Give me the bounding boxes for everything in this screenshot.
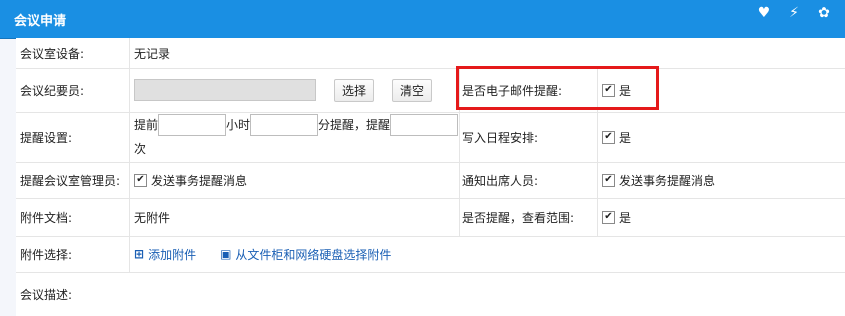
add-attachment-icon: ⊞ [134, 247, 145, 261]
notify-attendees-checkbox[interactable]: ✔ [602, 173, 615, 187]
remind-view-label: 是否提醒，查看范围: [460, 198, 598, 236]
lightning-icon[interactable]: ⚡ [785, 5, 803, 21]
notify-admin-label: 提醒会议室管理员: [16, 162, 130, 198]
schedule-checkbox[interactable]: ✔ [602, 130, 615, 144]
select-button[interactable]: 选择 [334, 78, 375, 102]
notify-admin-option: 发送事务提醒消息 [151, 173, 248, 188]
reminder-label: 提醒设置: [16, 112, 130, 162]
hours-input[interactable] [158, 114, 227, 136]
remind-view-option: 是 [619, 210, 632, 225]
clear-button[interactable]: 清空 [392, 78, 433, 102]
notify-attendees-option: 发送事务提醒消息 [619, 173, 716, 188]
description-label: 会议描述: [20, 287, 73, 302]
reminder-value: 提前 小时 分提醒，提醒 次 [130, 112, 460, 162]
reminder-prefix: 提前 [134, 118, 159, 132]
attachments-value: 无附件 [130, 198, 460, 236]
remind-view-checkbox[interactable]: ✔ [602, 210, 615, 224]
notify-admin-checkbox[interactable]: ✔ [134, 173, 147, 187]
remind-view-value: ✔ 是 [598, 198, 845, 236]
from-cabinet-link[interactable]: 从文件柜和网络硬盘选择附件 [235, 246, 391, 263]
reminder-hours: 小时 [226, 118, 251, 132]
schedule-value: ✔ 是 [598, 112, 845, 162]
row-attachments: 附件文档: 无附件 是否提醒，查看范围: ✔ 是 [16, 198, 845, 237]
reminder-times: 次 [134, 142, 147, 156]
minutes-input[interactable] [250, 114, 319, 136]
row-reminder: 提醒设置: 提前 小时 分提醒，提醒 次 写入日程安排: ✔ 是 [16, 112, 845, 163]
recorder-value: 选择 清空 [130, 68, 460, 112]
meeting-application-dialog: 会议申请 ♥ ⚡ ✿ 会议室设备: 无记录 会议纪要员: 选择 清空 是否电子邮… [0, 0, 845, 316]
settings-icon[interactable]: ✿ [815, 5, 833, 21]
row-notify: 提醒会议室管理员: ✔ 发送事务提醒消息 通知出席人员: ✔ 发送事务提醒消息 [16, 162, 845, 199]
row-description: 会议描述: [16, 272, 845, 316]
title-bar: 会议申请 ♥ ⚡ ✿ [0, 0, 845, 39]
cabinet-icon: ▣ [220, 247, 232, 261]
form-body: 会议室设备: 无记录 会议纪要员: 选择 清空 是否电子邮件提醒: ✔ 是 提醒… [16, 38, 845, 316]
attach-select-value: ⊞ 添加附件 ▣ 从文件柜和网络硬盘选择附件 [130, 236, 845, 272]
row-attach-select: 附件选择: ⊞ 添加附件 ▣ 从文件柜和网络硬盘选择附件 [16, 236, 845, 273]
times-input[interactable] [390, 114, 459, 136]
dialog-title: 会议申请 [14, 14, 67, 29]
notify-attendees-value: ✔ 发送事务提醒消息 [598, 162, 845, 198]
heart-icon[interactable]: ♥ [755, 5, 773, 21]
attach-select-label: 附件选择: [16, 236, 130, 272]
schedule-label: 写入日程安排: [460, 112, 598, 162]
row-equipment: 会议室设备: 无记录 [16, 38, 845, 69]
notify-admin-value: ✔ 发送事务提醒消息 [130, 162, 460, 198]
row-recorder: 会议纪要员: 选择 清空 是否电子邮件提醒: ✔ 是 [16, 68, 845, 113]
reminder-minutes: 分提醒，提醒 [318, 118, 391, 132]
schedule-option: 是 [619, 130, 632, 145]
add-attachment-link[interactable]: 添加附件 [148, 246, 196, 263]
email-reminder-highlight [456, 66, 659, 110]
attachments-label: 附件文档: [16, 198, 130, 236]
recorder-label: 会议纪要员: [16, 68, 130, 112]
title-icons: ♥ ⚡ ✿ [755, 5, 833, 21]
equipment-value: 无记录 [134, 46, 171, 61]
recorder-input[interactable] [134, 79, 316, 101]
notify-attendees-label: 通知出席人员: [460, 162, 598, 198]
equipment-label: 会议室设备: [16, 38, 130, 68]
